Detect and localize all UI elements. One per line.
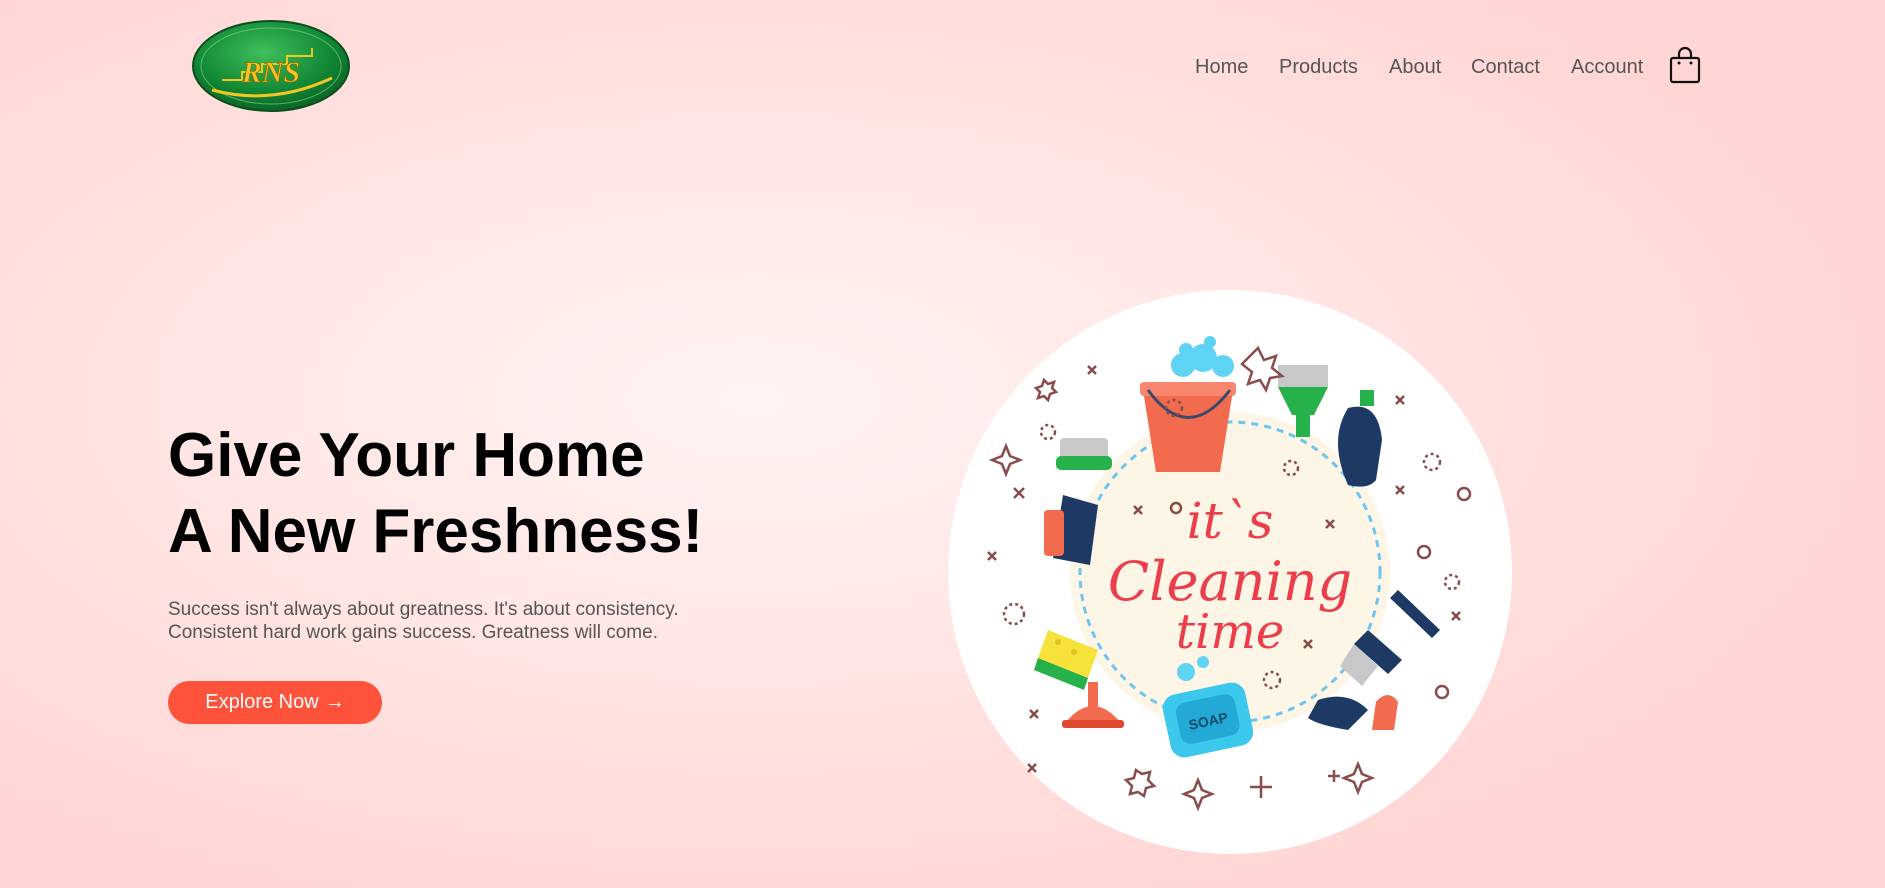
nav-products[interactable]: Products: [1279, 56, 1358, 79]
nav-contact[interactable]: Contact: [1471, 56, 1540, 79]
headline-line-2: A New Freshness!: [168, 497, 704, 566]
main-nav: Home Products About Contact Account: [0, 52, 1885, 82]
explore-now-button[interactable]: Explore Now →: [168, 681, 382, 724]
shopping-bag-icon[interactable]: [1669, 46, 1701, 84]
arrow-right-icon: →: [324, 691, 345, 713]
nav-home[interactable]: Home: [1195, 56, 1248, 79]
illustration-line-3: time: [1176, 604, 1285, 660]
subtext-line-1: Success isn't always about greatness. It…: [168, 599, 679, 620]
explore-now-label: Explore Now: [205, 691, 319, 713]
hero-headline: Give Your Home A New Freshness!: [168, 418, 868, 570]
illustration-line-1: it`s: [1187, 492, 1274, 550]
nav-about[interactable]: About: [1389, 56, 1441, 79]
subtext-line-2: Consistent hard work gains success. Grea…: [168, 622, 658, 643]
cleaning-illustration: SOAP it`s Cleaning time: [948, 290, 1512, 854]
nav-account[interactable]: Account: [1571, 56, 1643, 79]
scrub-brush-icon: [1056, 438, 1112, 470]
headline-line-1: Give Your Home: [168, 421, 645, 490]
hero-subtext: Success isn't always about greatness. It…: [168, 598, 788, 644]
